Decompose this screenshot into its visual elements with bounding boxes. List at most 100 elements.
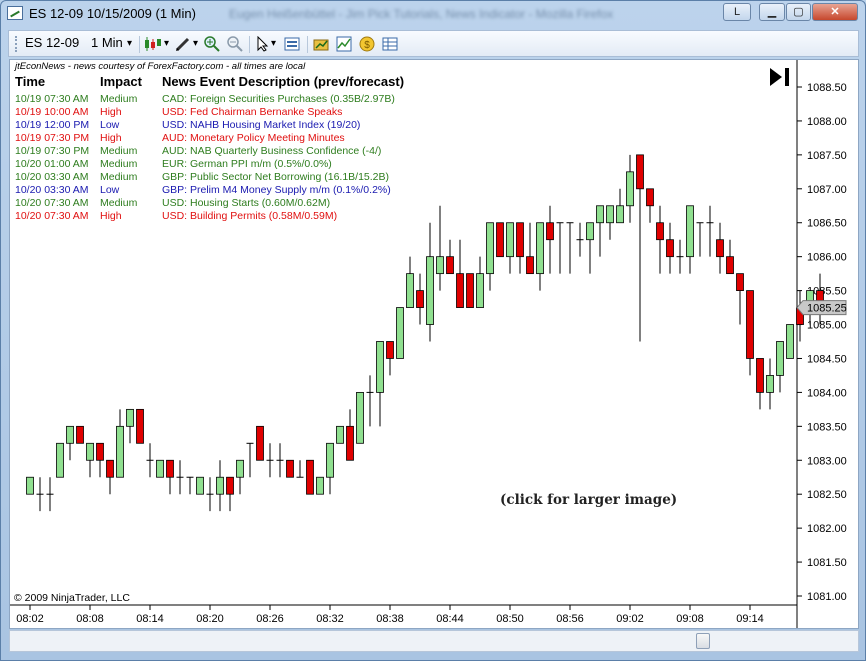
candle-body [496, 222, 504, 258]
candlestick-icon[interactable] [144, 36, 161, 52]
news-desc: USD: Building Permits (0.58M/0.59M) [162, 210, 338, 222]
candle-body [416, 290, 424, 308]
y-tick-label: 1088.50 [807, 82, 847, 94]
candle-body [466, 273, 474, 308]
candle-body [426, 256, 434, 325]
candle-body [586, 222, 594, 241]
candle-body [616, 205, 624, 224]
news-desc: AUD: NAB Quarterly Business Confidence (… [162, 145, 382, 157]
pencil-icon[interactable] [175, 36, 191, 52]
y-tick-label: 1081.00 [807, 591, 847, 603]
x-tick-label: 08:08 [76, 613, 104, 625]
x-tick-label: 08:02 [16, 613, 44, 625]
candle-body [196, 476, 204, 495]
news-time: 10/19 12:00 PM [15, 119, 90, 131]
drawing-dropdown-arrow[interactable]: ▾ [193, 38, 198, 49]
indicator-icon[interactable] [336, 36, 352, 52]
candle-body [66, 425, 74, 444]
candle-body [316, 476, 324, 495]
candle-body [96, 442, 104, 461]
zoom-in-icon[interactable] [204, 36, 220, 52]
candle-body [396, 307, 404, 359]
news-desc: EUR: German PPI m/m (0.5%/0.0%) [162, 158, 332, 170]
news-impact: Medium [100, 145, 138, 157]
y-tick-label: 1085.00 [807, 320, 847, 332]
click-for-larger-image-note[interactable]: (click for larger image) [500, 492, 677, 508]
news-desc: GBP: Prelim M4 Money Supply m/m (0.1%/0.… [162, 184, 391, 196]
x-tick-label: 08:44 [436, 613, 464, 625]
chart-app-icon [7, 6, 23, 20]
x-tick-label: 09:14 [736, 613, 764, 625]
y-tick-label: 1086.00 [807, 252, 847, 264]
title-bar[interactable]: ES 12-09 10/15/2009 (1 Min) Eugen Heißen… [1, 1, 865, 27]
scrollbar-thumb[interactable] [696, 633, 710, 649]
news-desc: USD: Fed Chairman Bernanke Speaks [162, 106, 343, 118]
y-tick-label: 1087.50 [807, 150, 847, 162]
candle-body [546, 222, 554, 241]
background-window-title: Eugen Heißenbüttel - Jim Pick Tutorials,… [229, 7, 614, 21]
news-credit: jtEconNews - news courtesy of ForexFacto… [15, 61, 306, 72]
ninjatrader-window: ES 12-09 10/15/2009 (1 Min) Eugen Heißen… [0, 0, 866, 661]
coin-icon[interactable]: $ [359, 36, 375, 52]
close-button[interactable]: ✕ [812, 3, 858, 21]
candle-body [86, 442, 94, 461]
data-box-icon[interactable] [382, 36, 398, 52]
horizontal-scrollbar[interactable] [9, 630, 859, 652]
candle-body [636, 154, 644, 190]
candle-body [686, 205, 694, 258]
interval-dropdown-arrow[interactable]: ▾ [127, 38, 132, 49]
news-time: 10/20 03:30 AM [15, 171, 89, 183]
chart-panel[interactable]: 1088.50 1088.00 1087.50 1087.00 1086.50 1086.… [9, 59, 859, 629]
candle-body [736, 273, 744, 291]
news-time: 10/20 07:30 AM [15, 210, 89, 222]
news-time: 10/20 03:30 AM [15, 184, 89, 196]
candle-body [456, 273, 464, 308]
candle-body [116, 425, 124, 478]
news-time: 10/19 07:30 PM [15, 145, 90, 157]
candle-body [326, 442, 334, 478]
toolbar-separator [139, 36, 140, 53]
candle-body [756, 358, 764, 393]
y-tick-label: 1084.00 [807, 387, 847, 399]
toolbar-grip[interactable] [15, 36, 18, 52]
instrument-selector[interactable]: ES 12-09 [25, 35, 79, 50]
news-impact: Medium [100, 197, 138, 209]
end-of-chart-icon[interactable] [768, 66, 792, 88]
chart-style-dropdown-arrow[interactable]: ▾ [164, 38, 169, 49]
cursor-dropdown-arrow[interactable]: ▾ [271, 38, 276, 49]
interval-selector[interactable]: 1 Min [91, 35, 123, 50]
news-panel: jtEconNews - news courtesy of ForexFacto… [15, 61, 305, 74]
strategy-icon[interactable] [313, 36, 329, 52]
cursor-icon[interactable] [255, 35, 271, 52]
candle-body [56, 442, 64, 478]
news-header-impact: Impact [100, 74, 142, 89]
y-tick-label: 1082.50 [807, 489, 847, 501]
news-time: 10/19 10:00 AM [15, 106, 89, 118]
candle-body [256, 425, 264, 461]
link-button[interactable]: L [723, 3, 751, 21]
y-tick-label: 1088.00 [807, 116, 847, 128]
y-tick-label: 1086.50 [807, 218, 847, 230]
news-impact: Medium [100, 171, 138, 183]
maximize-button[interactable]: ▢ [786, 3, 811, 21]
x-tick-label: 08:38 [376, 613, 404, 625]
news-impact: High [100, 210, 122, 222]
x-tick-label: 08:56 [556, 613, 584, 625]
news-time: 10/20 01:00 AM [15, 158, 89, 170]
news-time: 10/20 07:30 AM [15, 197, 89, 209]
zoom-out-icon[interactable] [227, 36, 243, 52]
y-tick-label: 1083.00 [807, 455, 847, 467]
properties-icon[interactable] [284, 36, 300, 52]
x-tick-label: 08:26 [256, 613, 284, 625]
x-tick-label: 09:08 [676, 613, 704, 625]
candle-body [536, 222, 544, 275]
news-impact: Low [100, 184, 120, 196]
y-tick-label: 1084.50 [807, 353, 847, 365]
y-tick-label: 1081.50 [807, 557, 847, 569]
news-impact: High [100, 106, 122, 118]
copyright-text: © 2009 NinjaTrader, LLC [14, 592, 130, 604]
news-header-description: News Event Description (prev/forecast) [162, 74, 405, 89]
candle-body [436, 256, 444, 275]
minimize-button[interactable]: ▁ [759, 3, 785, 21]
x-tick-label: 09:02 [616, 613, 644, 625]
